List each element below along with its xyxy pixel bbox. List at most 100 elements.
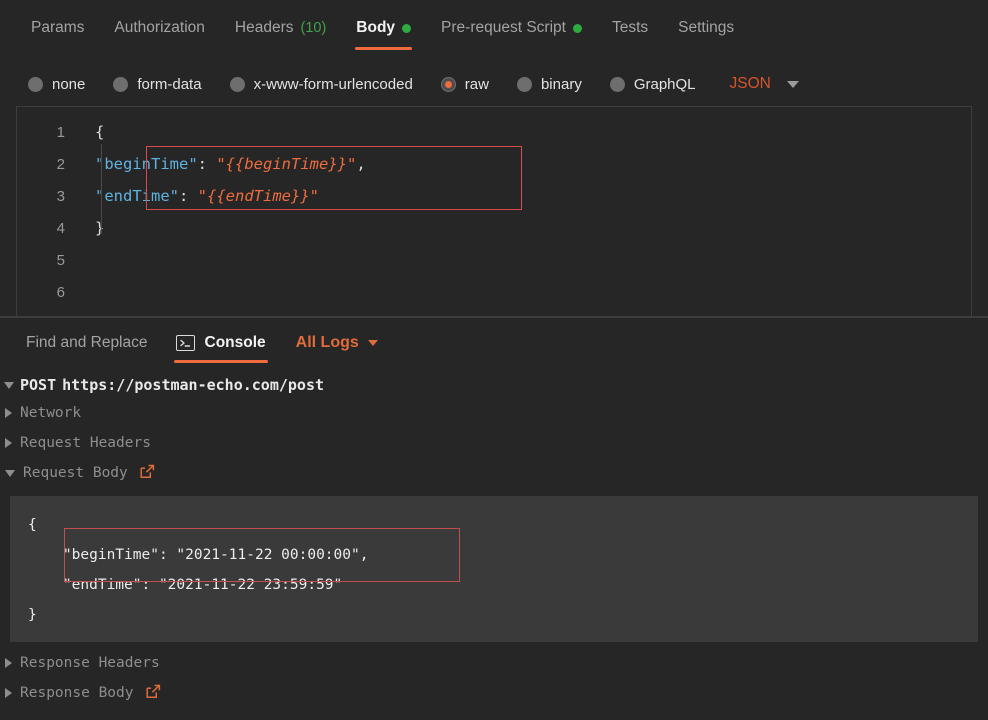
code-token: } bbox=[95, 219, 104, 237]
external-link-icon[interactable] bbox=[140, 464, 155, 483]
body-mode-label: form-data bbox=[137, 76, 201, 93]
console-section-request-headers[interactable]: Request Headers bbox=[0, 428, 988, 458]
body-mode-none[interactable]: none bbox=[28, 76, 85, 93]
code-token: " bbox=[216, 155, 225, 173]
chevron-down-icon[interactable] bbox=[787, 81, 799, 88]
tab-pre-request-script[interactable]: Pre-request Script bbox=[426, 0, 597, 56]
tab-label: Params bbox=[31, 1, 84, 55]
tab-label: Find and Replace bbox=[26, 319, 148, 367]
triangle-right-icon[interactable] bbox=[5, 408, 12, 418]
console-section-request-body[interactable]: Request Body bbox=[0, 458, 988, 488]
log-filter-dropdown[interactable]: All Logs bbox=[296, 318, 378, 368]
tab-tests[interactable]: Tests bbox=[597, 0, 663, 56]
code-token: : bbox=[179, 187, 198, 205]
code-token: " bbox=[310, 187, 319, 205]
body-mode-form-data[interactable]: form-data bbox=[113, 76, 201, 93]
body-line: { bbox=[10, 510, 978, 540]
code-line: 3 "endTime": "{{endTime}}" bbox=[17, 180, 971, 212]
triangle-right-icon[interactable] bbox=[5, 658, 12, 668]
code-token: "endTime" bbox=[95, 187, 179, 205]
headers-count-badge: (10) bbox=[300, 1, 326, 55]
log-filter-label: All Logs bbox=[296, 319, 359, 367]
body-modified-dot-icon bbox=[402, 24, 411, 33]
script-modified-dot-icon bbox=[573, 24, 582, 33]
active-tab-underline bbox=[355, 47, 412, 50]
code-area[interactable]: 1 { 2 "beginTime": "{{beginTime}}", 3 "e… bbox=[17, 107, 971, 308]
tab-params[interactable]: Params bbox=[16, 0, 99, 56]
section-label: Response Body bbox=[20, 685, 134, 701]
request-body-code-block: { "beginTime": "2021-11-22 00:00:00", "e… bbox=[10, 496, 978, 642]
code-line: 4 } bbox=[17, 212, 971, 244]
tab-label: Pre-request Script bbox=[441, 1, 566, 55]
body-mode-label: GraphQL bbox=[634, 76, 696, 93]
request-tab-bar: Params Authorization Headers (10) Body P… bbox=[0, 0, 988, 62]
body-line: "beginTime": "2021-11-22 00:00:00", bbox=[10, 540, 978, 570]
raw-format-value: JSON bbox=[730, 75, 771, 93]
radio-icon[interactable] bbox=[113, 77, 128, 92]
external-link-icon[interactable] bbox=[146, 684, 161, 703]
tab-authorization[interactable]: Authorization bbox=[99, 0, 219, 56]
tab-label: Tests bbox=[612, 1, 648, 55]
code-token: " bbox=[198, 187, 207, 205]
tab-find-and-replace[interactable]: Find and Replace bbox=[12, 318, 162, 368]
radio-icon[interactable] bbox=[28, 77, 43, 92]
body-mode-binary[interactable]: binary bbox=[517, 76, 582, 93]
console-section-response-headers[interactable]: Response Headers bbox=[0, 648, 988, 678]
radio-icon[interactable] bbox=[517, 77, 532, 92]
tab-body[interactable]: Body bbox=[341, 0, 426, 56]
console-panel: Find and Replace Console All Logs bbox=[0, 318, 988, 720]
triangle-down-icon[interactable] bbox=[4, 382, 14, 389]
postman-request-body-pane: Params Authorization Headers (10) Body P… bbox=[0, 0, 988, 720]
code-line: 1 { bbox=[17, 116, 971, 148]
body-mode-label: none bbox=[52, 76, 85, 93]
section-label: Request Body bbox=[23, 465, 128, 481]
chevron-down-icon[interactable] bbox=[368, 340, 378, 346]
triangle-right-icon[interactable] bbox=[5, 688, 12, 698]
radio-icon[interactable] bbox=[230, 77, 245, 92]
radio-icon[interactable] bbox=[610, 77, 625, 92]
code-line: 2 "beginTime": "{{beginTime}}", bbox=[17, 148, 971, 180]
console-tab-bar: Find and Replace Console All Logs bbox=[0, 318, 988, 372]
terminal-icon bbox=[176, 335, 195, 351]
tab-label: Authorization bbox=[114, 1, 204, 55]
template-variable: {{endTime}} bbox=[207, 187, 310, 205]
line-number: 6 bbox=[17, 284, 79, 301]
code-token: { bbox=[95, 123, 104, 141]
body-mode-graphql[interactable]: GraphQL bbox=[610, 76, 696, 93]
line-number: 1 bbox=[17, 124, 79, 141]
line-number: 2 bbox=[17, 156, 79, 173]
raw-body-editor[interactable]: 1 { 2 "beginTime": "{{beginTime}}", 3 "e… bbox=[16, 106, 972, 316]
body-mode-label: raw bbox=[465, 76, 489, 93]
body-mode-raw[interactable]: raw bbox=[441, 76, 489, 93]
body-mode-label: x-www-form-urlencoded bbox=[254, 76, 413, 93]
indent-guide bbox=[101, 144, 102, 234]
body-mode-selector: none form-data x-www-form-urlencoded raw… bbox=[0, 62, 988, 106]
console-log-list[interactable]: POST https://postman-echo.com/post Netwo… bbox=[0, 372, 988, 720]
tab-settings[interactable]: Settings bbox=[663, 0, 749, 56]
console-section-network[interactable]: Network bbox=[0, 398, 988, 428]
active-tab-underline bbox=[174, 360, 268, 363]
body-mode-x-www-form-urlencoded[interactable]: x-www-form-urlencoded bbox=[230, 76, 413, 93]
request-url: https://postman-echo.com/post bbox=[62, 376, 324, 394]
triangle-down-icon[interactable] bbox=[5, 470, 15, 477]
code-line: 6 bbox=[17, 276, 971, 308]
radio-selected-icon[interactable] bbox=[441, 77, 456, 92]
console-request-entry[interactable]: POST https://postman-echo.com/post bbox=[0, 372, 988, 398]
line-content: "beginTime": "{{beginTime}}", bbox=[79, 155, 366, 173]
console-section-response-body[interactable]: Response Body bbox=[0, 678, 988, 708]
template-variable: {{beginTime}} bbox=[226, 155, 347, 173]
tab-label: Settings bbox=[678, 1, 734, 55]
section-label: Response Headers bbox=[20, 655, 160, 671]
section-label: Network bbox=[20, 405, 81, 421]
triangle-right-icon[interactable] bbox=[5, 438, 12, 448]
code-token: " bbox=[347, 155, 356, 173]
line-number: 5 bbox=[17, 252, 79, 269]
section-label: Request Headers bbox=[20, 435, 151, 451]
tab-console[interactable]: Console bbox=[162, 318, 280, 368]
raw-format-dropdown[interactable]: JSON bbox=[730, 75, 799, 93]
body-line: "endTime": "2021-11-22 23:59:59" bbox=[10, 570, 978, 600]
code-line: 5 bbox=[17, 244, 971, 276]
body-line: } bbox=[10, 600, 978, 630]
tab-headers[interactable]: Headers (10) bbox=[220, 0, 341, 56]
code-token: : bbox=[198, 155, 217, 173]
